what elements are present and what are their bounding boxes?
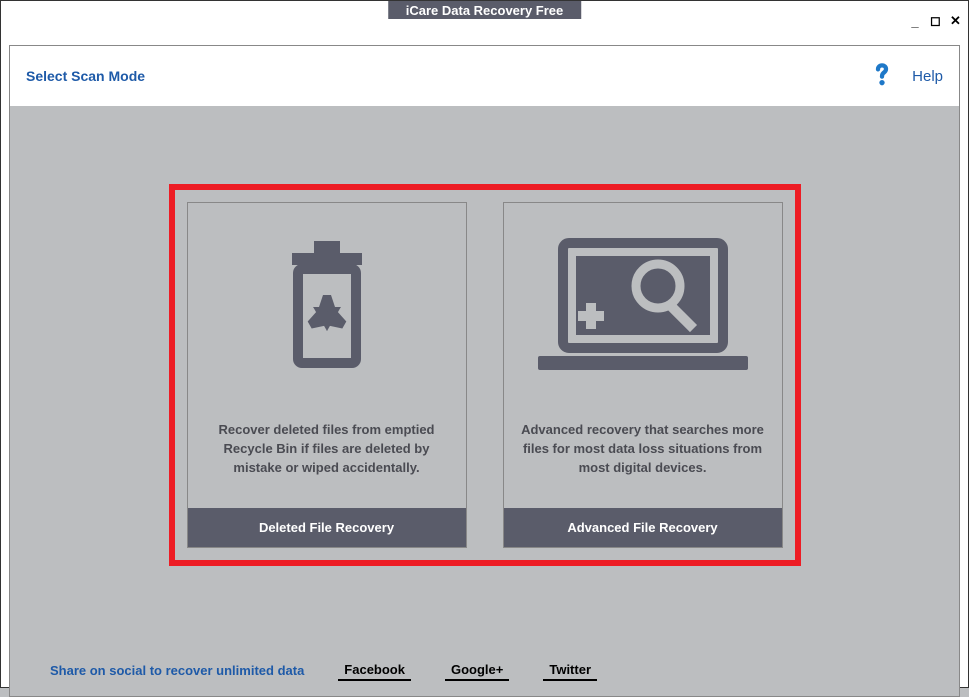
minimize-button[interactable]: _ — [910, 14, 920, 29]
app-window: iCare Data Recovery Free _ ◻ ✕ Select Sc… — [0, 0, 969, 688]
share-label: Share on social to recover unlimited dat… — [50, 663, 304, 678]
main-panel: Select Scan Mode Help — [9, 45, 960, 697]
mode-highlight-box: Recover deleted files from emptied Recyc… — [169, 184, 801, 566]
help-icon — [866, 58, 898, 95]
title-bar: iCare Data Recovery Free _ ◻ ✕ — [1, 1, 968, 19]
google-plus-link[interactable]: Google+ — [445, 660, 509, 681]
deleted-mode-description: Recover deleted files from emptied Recyc… — [188, 383, 466, 508]
laptop-search-icon — [504, 203, 782, 383]
help-group[interactable]: Help — [866, 58, 943, 95]
maximize-button[interactable]: ◻ — [930, 13, 940, 29]
window-title: iCare Data Recovery Free — [388, 1, 582, 19]
close-button[interactable]: ✕ — [950, 13, 960, 29]
recycle-bin-icon — [188, 203, 466, 383]
content-area: Recover deleted files from emptied Recyc… — [10, 106, 959, 644]
twitter-link[interactable]: Twitter — [543, 660, 597, 681]
deleted-file-recovery-card[interactable]: Recover deleted files from emptied Recyc… — [187, 202, 467, 548]
advanced-mode-description: Advanced recovery that searches more fil… — [504, 383, 782, 508]
footer-bar: Share on social to recover unlimited dat… — [10, 644, 959, 696]
advanced-file-recovery-card[interactable]: Advanced recovery that searches more fil… — [503, 202, 783, 548]
deleted-mode-title: Deleted File Recovery — [188, 508, 466, 547]
header-bar: Select Scan Mode Help — [10, 46, 959, 106]
scan-mode-heading: Select Scan Mode — [26, 68, 145, 84]
advanced-mode-title: Advanced File Recovery — [504, 508, 782, 547]
help-link[interactable]: Help — [912, 68, 943, 85]
facebook-link[interactable]: Facebook — [338, 660, 411, 681]
window-controls: _ ◻ ✕ — [910, 13, 960, 29]
